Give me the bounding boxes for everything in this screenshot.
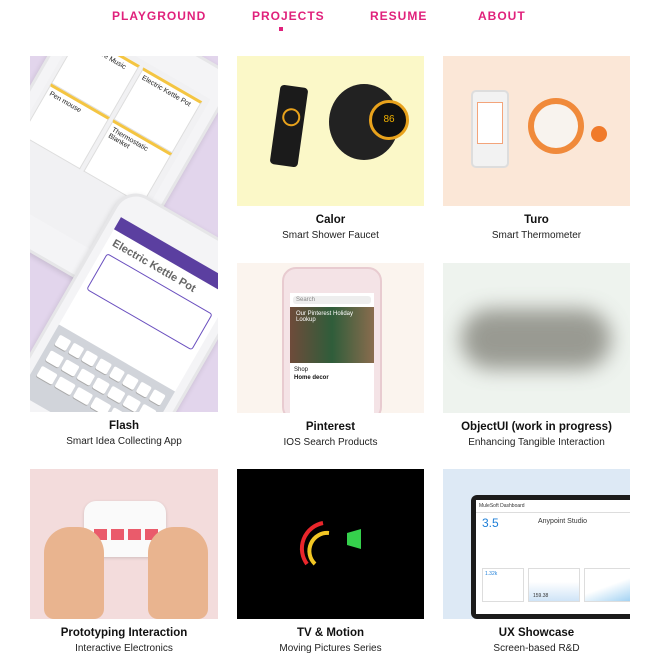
dashboard-metric: 3.5 bbox=[482, 516, 499, 530]
dashboard-header: MuleSoft Dashboard bbox=[476, 500, 630, 513]
project-title: TV & Motion bbox=[296, 627, 365, 639]
project-title: Pinterest bbox=[305, 421, 356, 433]
laptop-image: MuleSoft Dashboard 3.5 Anypoint Studio 1… bbox=[471, 495, 630, 619]
project-card-calor[interactable]: 86 Calor Smart Shower Faucet bbox=[237, 56, 424, 246]
nav-projects[interactable]: PROJECTS bbox=[252, 9, 325, 23]
tv-motion-thumbnail bbox=[237, 469, 424, 619]
project-subtitle: Smart Shower Faucet bbox=[282, 230, 379, 241]
blurred-image bbox=[461, 309, 611, 369]
phone-image bbox=[269, 84, 309, 168]
objectui-thumbnail bbox=[443, 263, 630, 413]
motion-graphic bbox=[299, 521, 361, 566]
project-title: Flash bbox=[108, 420, 140, 432]
project-card-pinterest[interactable]: Search Our Pinterest Holiday Lookup Shop… bbox=[237, 263, 424, 453]
project-card-tv-motion[interactable]: TV & Motion Moving Pictures Series bbox=[237, 469, 424, 659]
sensor-image bbox=[591, 126, 607, 142]
project-card-objectui[interactable]: ObjectUI (work in progress) Enhancing Ta… bbox=[443, 263, 630, 453]
pinterest-thumbnail: Search Our Pinterest Holiday Lookup Shop… bbox=[237, 263, 424, 413]
ux-showcase-thumbnail: MuleSoft Dashboard 3.5 Anypoint Studio 1… bbox=[443, 469, 630, 619]
project-subtitle: Smart Thermometer bbox=[491, 230, 582, 241]
category-label: Home decor bbox=[294, 375, 329, 381]
project-title: Calor bbox=[315, 214, 346, 226]
project-card-turo[interactable]: Turo Smart Thermometer bbox=[443, 56, 630, 246]
nav-resume[interactable]: RESUME bbox=[370, 9, 427, 23]
project-subtitle: Moving Pictures Series bbox=[279, 643, 382, 654]
section-label: Shop bbox=[294, 367, 309, 373]
phone-image bbox=[471, 90, 509, 168]
nav-playground[interactable]: PLAYGROUND bbox=[112, 9, 206, 23]
project-title: Turo bbox=[524, 214, 549, 226]
dashboard-heading: Anypoint Studio bbox=[538, 518, 588, 525]
banner-text: Our Pinterest Holiday Lookup bbox=[296, 311, 354, 323]
search-input: Search bbox=[293, 296, 371, 304]
project-subtitle: IOS Search Products bbox=[283, 437, 378, 448]
project-title: Prototyping Interaction bbox=[60, 627, 188, 639]
project-subtitle: Smart Idea Collecting App bbox=[66, 436, 182, 447]
faucet-display: 86 bbox=[369, 100, 409, 140]
dashboard-stat: 159.38 bbox=[533, 593, 549, 599]
active-nav-indicator bbox=[279, 27, 283, 31]
project-subtitle: Enhancing Tangible Interaction bbox=[468, 437, 605, 448]
thermometer-image bbox=[528, 98, 584, 154]
project-card-flash[interactable]: Interactive Music Box Electric Kettle Po… bbox=[30, 56, 218, 456]
nav-about[interactable]: ABOUT bbox=[478, 9, 526, 23]
hand-image bbox=[44, 527, 104, 619]
project-title: ObjectUI (work in progress) bbox=[461, 421, 612, 433]
prototyping-thumbnail bbox=[30, 469, 218, 619]
dashboard-stat: 1.32k bbox=[485, 571, 498, 577]
project-subtitle: Screen-based R&D bbox=[493, 643, 580, 654]
project-card-prototyping[interactable]: Prototyping Interaction Interactive Elec… bbox=[30, 469, 218, 659]
turo-thumbnail bbox=[443, 56, 630, 206]
hand-image bbox=[148, 527, 208, 619]
phone-image: Search Our Pinterest Holiday Lookup Shop… bbox=[282, 267, 382, 413]
project-title: UX Showcase bbox=[498, 627, 575, 639]
top-navigation: PLAYGROUND PROJECTS RESUME ABOUT bbox=[0, 0, 661, 40]
project-subtitle: Interactive Electronics bbox=[75, 643, 173, 654]
flash-thumbnail: Interactive Music Box Electric Kettle Po… bbox=[30, 56, 218, 412]
project-card-ux-showcase[interactable]: MuleSoft Dashboard 3.5 Anypoint Studio 1… bbox=[443, 469, 630, 659]
calor-thumbnail: 86 bbox=[237, 56, 424, 206]
